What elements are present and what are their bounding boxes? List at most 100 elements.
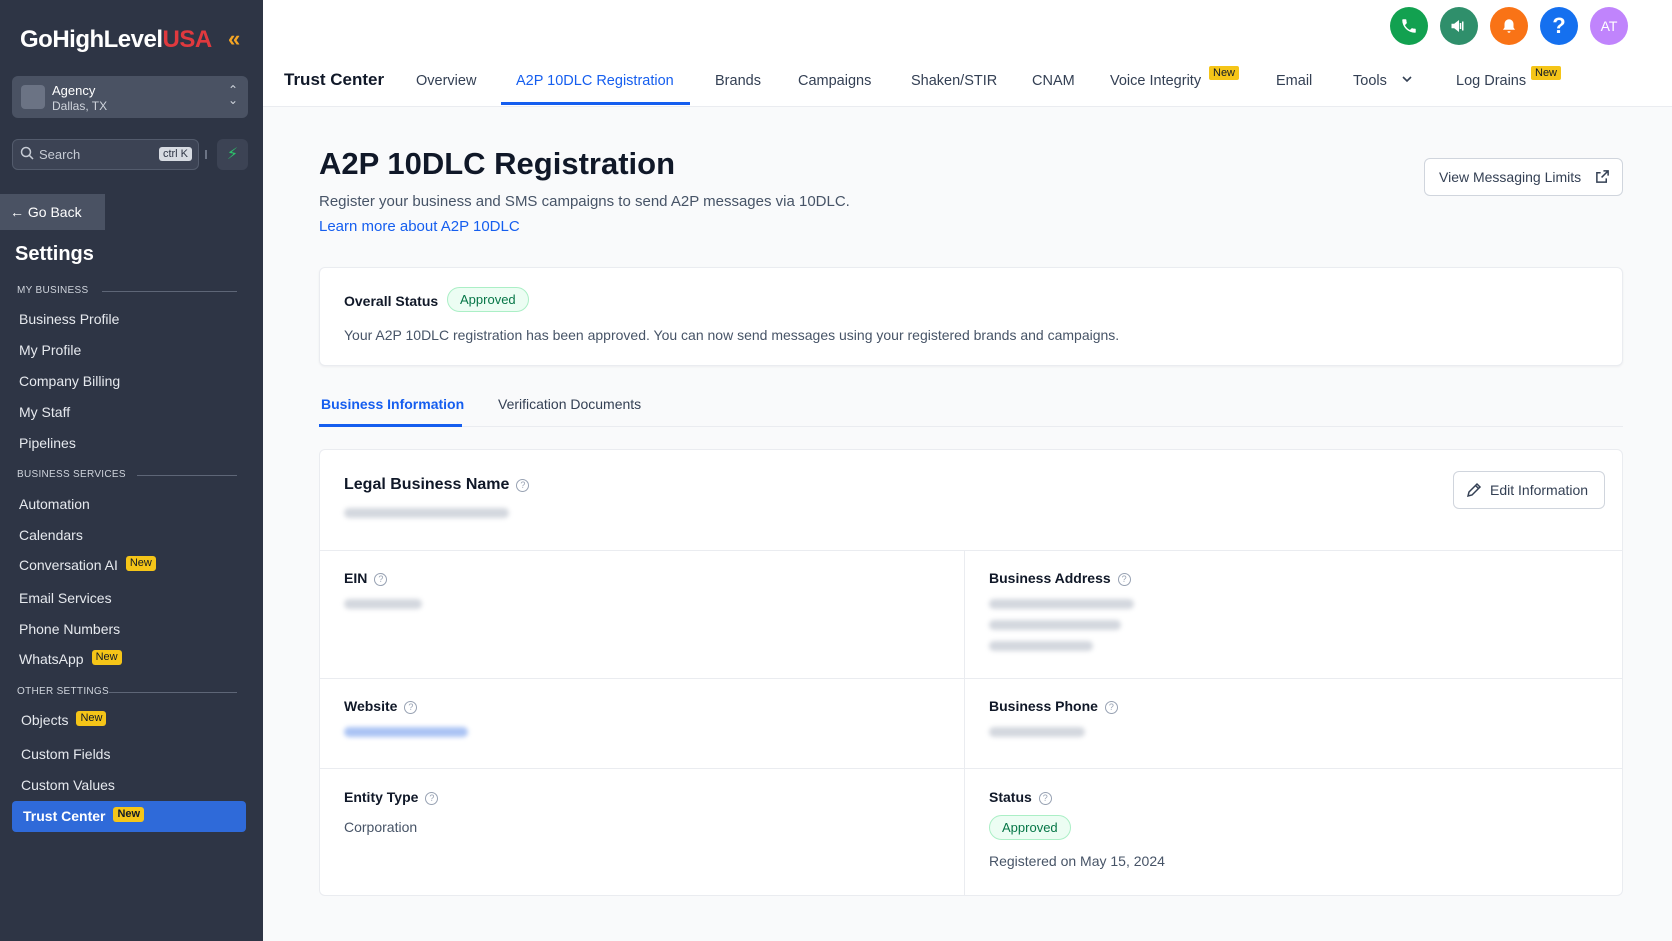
tab-cnam[interactable]: CNAM	[1032, 73, 1075, 89]
sidebar-item-company-billing[interactable]: Company Billing	[19, 373, 120, 389]
quick-action-bolt-icon[interactable]: ⚡	[217, 139, 248, 170]
sidebar-item-business-profile[interactable]: Business Profile	[19, 311, 119, 327]
search-input[interactable]: Search ctrl K	[12, 139, 199, 170]
tab-brands[interactable]: Brands	[715, 73, 761, 89]
new-badge: New	[1209, 66, 1240, 80]
business-address-label: Business Address?	[989, 570, 1131, 586]
sidebar-item-custom-values[interactable]: Custom Values	[21, 777, 115, 793]
divider	[320, 678, 1622, 679]
tab-business-information[interactable]: Business Information	[321, 396, 464, 412]
divider	[320, 550, 1622, 551]
pencil-icon	[1466, 482, 1482, 498]
website-label: Website?	[344, 698, 418, 714]
tab-overview[interactable]: Overview	[416, 73, 476, 89]
user-avatar[interactable]: AT	[1590, 7, 1628, 45]
page-title: A2P 10DLC Registration	[319, 146, 676, 181]
sidebar-item-phone-numbers[interactable]: Phone Numbers	[19, 621, 120, 637]
section-my-business: MY BUSINESS	[17, 285, 89, 296]
bell-icon[interactable]	[1490, 7, 1528, 45]
sidebar-item-custom-fields[interactable]: Custom Fields	[21, 746, 110, 762]
ein-value	[344, 599, 422, 609]
new-badge: New	[125, 556, 156, 571]
sidebar-item-calendars[interactable]: Calendars	[19, 527, 83, 543]
entity-type-value: Corporation	[344, 819, 418, 835]
tab-log-drains[interactable]: Log Drains	[1456, 73, 1526, 89]
megaphone-icon[interactable]	[1440, 7, 1478, 45]
divider	[320, 768, 1622, 769]
chevron-down-icon	[1402, 76, 1412, 83]
help-circle-icon[interactable]: ?	[1038, 792, 1052, 805]
sidebar-item-pipelines[interactable]: Pipelines	[19, 435, 76, 451]
tab-campaigns[interactable]: Campaigns	[798, 73, 871, 89]
status-badge: Approved	[989, 815, 1071, 840]
tab-tools[interactable]: Tools	[1353, 73, 1413, 89]
agency-switcher[interactable]: Agency Dallas, TX ⌃ ⌄	[12, 76, 248, 118]
divider	[319, 426, 1623, 427]
page-section-title: Trust Center	[284, 70, 385, 89]
view-messaging-limits-button[interactable]: View Messaging Limits	[1424, 158, 1623, 196]
app-logo[interactable]: GoHighLevelUSA	[20, 26, 212, 54]
new-badge: New	[113, 807, 145, 822]
help-circle-icon[interactable]: ?	[1104, 701, 1118, 714]
overall-status-card: Overall Status Approved Your A2P 10DLC r…	[319, 267, 1623, 366]
status-badge: Approved	[447, 287, 529, 312]
edit-information-button[interactable]: Edit Information	[1453, 471, 1605, 509]
tab-verification-documents[interactable]: Verification Documents	[498, 396, 641, 412]
sidebar-item-conversation-ai[interactable]: Conversation AI New	[19, 556, 156, 573]
status-label: Status?	[989, 789, 1052, 805]
search-placeholder: Search	[39, 147, 81, 162]
sidebar: GoHighLevelUSA « Agency Dallas, TX ⌃ ⌄ Se…	[0, 0, 263, 941]
overall-status-message: Your A2P 10DLC registration has been app…	[344, 327, 1120, 343]
section-business-services: BUSINESS SERVICES	[17, 469, 126, 480]
sidebar-item-automation[interactable]: Automation	[19, 496, 90, 512]
divider	[205, 150, 207, 159]
help-circle-icon[interactable]: ?	[1117, 573, 1131, 586]
business-address-line3	[989, 641, 1093, 651]
business-phone-value	[989, 727, 1085, 737]
section-other-settings: OTHER SETTINGS	[17, 686, 109, 697]
tab-email[interactable]: Email	[1276, 73, 1312, 89]
phone-icon[interactable]	[1390, 7, 1428, 45]
entity-type-label: Entity Type?	[344, 789, 439, 805]
divider	[102, 291, 237, 292]
help-circle-icon[interactable]: ?	[516, 479, 530, 492]
divider	[964, 550, 965, 896]
sidebar-item-email-services[interactable]: Email Services	[19, 590, 112, 606]
new-badge: New	[91, 650, 122, 665]
agency-name: Agency	[52, 83, 96, 98]
legal-business-name-value	[344, 508, 509, 518]
help-icon[interactable]: ?	[1540, 7, 1578, 45]
chevron-updown-icon: ⌃ ⌄	[227, 83, 238, 107]
search-shortcut: ctrl K	[158, 147, 192, 161]
help-circle-icon[interactable]: ?	[404, 701, 418, 714]
learn-more-link[interactable]: Learn more about A2P 10DLC	[319, 218, 520, 235]
go-back-button[interactable]: ← Go Back	[0, 194, 105, 230]
page-subtitle: Register your business and SMS campaigns…	[319, 193, 850, 210]
ein-label: EIN?	[344, 570, 388, 586]
business-info-card: Legal Business Name? Edit Information EI…	[319, 449, 1623, 896]
business-address-line2	[989, 620, 1121, 630]
agency-location: Dallas, TX	[52, 99, 108, 113]
business-phone-label: Business Phone?	[989, 698, 1118, 714]
new-badge: New	[1531, 66, 1562, 80]
sidebar-item-whatsapp[interactable]: WhatsApp New	[19, 650, 122, 667]
external-link-icon	[1596, 170, 1609, 183]
sidebar-item-my-profile[interactable]: My Profile	[19, 342, 81, 358]
sidebar-item-objects[interactable]: Objects New	[21, 711, 107, 728]
active-subtab-indicator	[319, 424, 462, 427]
help-circle-icon[interactable]: ?	[425, 792, 439, 805]
tab-shaken-stir[interactable]: Shaken/STIR	[911, 73, 997, 89]
settings-title: Settings	[15, 243, 94, 265]
sidebar-item-trust-center[interactable]: Trust Center New	[12, 801, 246, 832]
help-circle-icon[interactable]: ?	[374, 573, 388, 586]
collapse-sidebar-icon[interactable]: «	[228, 26, 240, 52]
tab-a2p-10dlc[interactable]: A2P 10DLC Registration	[516, 73, 674, 89]
search-icon	[20, 146, 34, 160]
tab-voice-integrity[interactable]: Voice Integrity	[1110, 73, 1201, 89]
business-address-line1	[989, 599, 1134, 609]
legal-business-name-label: Legal Business Name?	[344, 476, 530, 494]
website-value-link[interactable]	[344, 727, 468, 737]
overall-status-label: Overall Status	[344, 293, 439, 309]
sidebar-item-my-staff[interactable]: My Staff	[19, 404, 70, 420]
agency-avatar	[21, 85, 45, 109]
